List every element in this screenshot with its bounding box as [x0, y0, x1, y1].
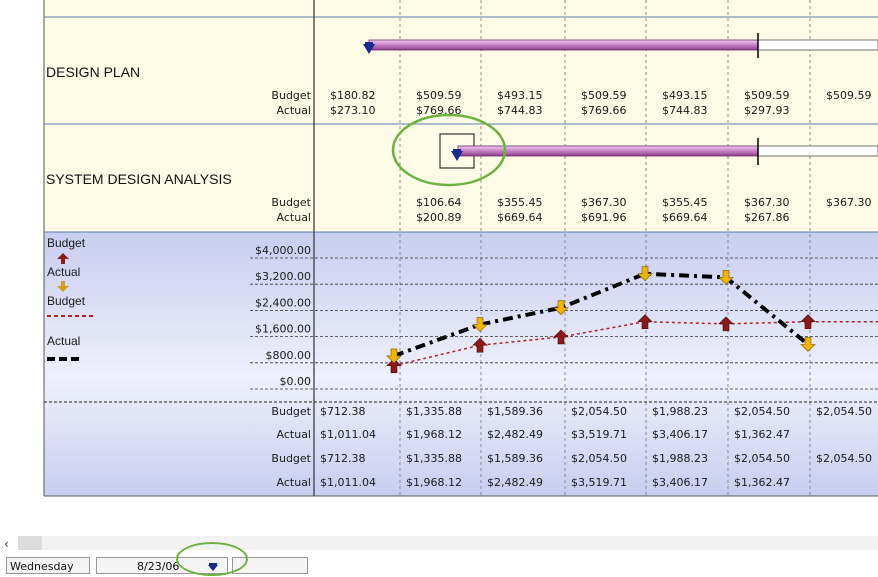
- summary-cell: $2,054.50: [571, 452, 627, 465]
- date-value: 8/23/06: [137, 560, 180, 573]
- summary-cell: $2,054.50: [816, 405, 872, 418]
- summary-cell: $1,589.36: [487, 452, 543, 465]
- summary-label: Budget: [271, 405, 311, 418]
- summary-cell: $2,054.50: [816, 452, 872, 465]
- usage-cell[interactable]: $493.15: [662, 89, 708, 102]
- summary-cell: $1,335.88: [406, 452, 462, 465]
- summary-cell: $1,988.23: [652, 452, 708, 465]
- y-tick-label: $3,200.00: [255, 270, 311, 283]
- scrollbar-thumb[interactable]: [18, 536, 42, 550]
- usage-cell[interactable]: $669.64: [497, 211, 543, 224]
- summary-cell: $2,054.50: [734, 405, 790, 418]
- summary-cell: $1,988.23: [652, 405, 708, 418]
- row-label: Actual: [277, 104, 311, 117]
- summary-cell: $1,011.04: [320, 476, 376, 489]
- summary-label: Budget: [271, 452, 311, 465]
- row-label: Actual: [277, 211, 311, 224]
- usage-cell[interactable]: $355.45: [497, 196, 543, 209]
- usage-cell[interactable]: $200.89: [416, 211, 462, 224]
- summary-cell: $712.38: [320, 405, 366, 418]
- usage-cell[interactable]: $509.59: [416, 89, 462, 102]
- usage-cell[interactable]: $273.10: [330, 104, 376, 117]
- highlight-circle: [176, 542, 248, 576]
- y-tick-label: $1,600.00: [255, 323, 311, 336]
- usage-cell[interactable]: $355.45: [662, 196, 708, 209]
- legend-label: Actual: [47, 265, 80, 279]
- usage-cell[interactable]: $180.82: [330, 89, 376, 102]
- usage-cell[interactable]: $267.86: [744, 211, 790, 224]
- legend-label: Budget: [47, 236, 86, 250]
- usage-cell[interactable]: $769.66: [581, 104, 627, 117]
- legend-label: Budget: [47, 294, 86, 308]
- usage-cell[interactable]: $744.83: [662, 104, 708, 117]
- usage-cell[interactable]: $106.64: [416, 196, 462, 209]
- summary-cell: $1,589.36: [487, 405, 543, 418]
- usage-cell[interactable]: $367.30: [581, 196, 627, 209]
- y-tick-label: $2,400.00: [255, 296, 311, 309]
- usage-cell[interactable]: $509.59: [826, 89, 872, 102]
- summary-cell: $1,011.04: [320, 428, 376, 441]
- row-label: Budget: [271, 89, 311, 102]
- summary-cell: $1,968.12: [406, 476, 462, 489]
- row-label: Budget: [271, 196, 311, 209]
- day-field: Wednesday: [6, 557, 90, 574]
- summary-cell: $2,054.50: [571, 405, 627, 418]
- usage-cell[interactable]: $493.15: [497, 89, 543, 102]
- summary-cell: $1,335.88: [406, 405, 462, 418]
- legend-label: Actual: [47, 334, 80, 348]
- y-tick-label: $800.00: [266, 349, 312, 362]
- summary-cell: $2,482.49: [487, 476, 543, 489]
- summary-cell: $2,482.49: [487, 428, 543, 441]
- summary-cell: $3,519.71: [571, 476, 627, 489]
- summary-cell: $3,406.17: [652, 476, 708, 489]
- usage-cell[interactable]: $509.59: [744, 89, 790, 102]
- scroll-left-button[interactable]: ‹: [4, 537, 18, 551]
- summary-cell: $3,406.17: [652, 428, 708, 441]
- summary-cell: $1,362.47: [734, 428, 790, 441]
- usage-cell[interactable]: $509.59: [581, 89, 627, 102]
- status-bar: ‹ Wednesday 8/23/06: [0, 534, 878, 577]
- summary-cell: $3,519.71: [571, 428, 627, 441]
- horizontal-scrollbar[interactable]: [42, 536, 878, 550]
- usage-cell[interactable]: $744.83: [497, 104, 543, 117]
- usage-cell[interactable]: $367.30: [744, 196, 790, 209]
- usage-cell[interactable]: $691.96: [581, 211, 627, 224]
- summary-cell: $712.38: [320, 452, 366, 465]
- y-tick-label: $4,000.00: [255, 244, 311, 257]
- summary-cell: $1,968.12: [406, 428, 462, 441]
- task-name[interactable]: DESIGN PLAN: [46, 64, 140, 80]
- summary-label: Actual: [277, 476, 311, 489]
- usage-cell[interactable]: $367.30: [826, 196, 872, 209]
- summary-label: Actual: [277, 428, 311, 441]
- summary-cell: $1,362.47: [734, 476, 790, 489]
- usage-cell[interactable]: $669.64: [662, 211, 708, 224]
- y-tick-label: $0.00: [280, 375, 312, 388]
- summary-cell: $2,054.50: [734, 452, 790, 465]
- usage-cell[interactable]: $297.93: [744, 104, 790, 117]
- project-view: DESIGN PLAN SYSTEM DESIGN ANALYSIS Budge…: [43, 0, 878, 497]
- task-name[interactable]: SYSTEM DESIGN ANALYSIS: [46, 171, 232, 187]
